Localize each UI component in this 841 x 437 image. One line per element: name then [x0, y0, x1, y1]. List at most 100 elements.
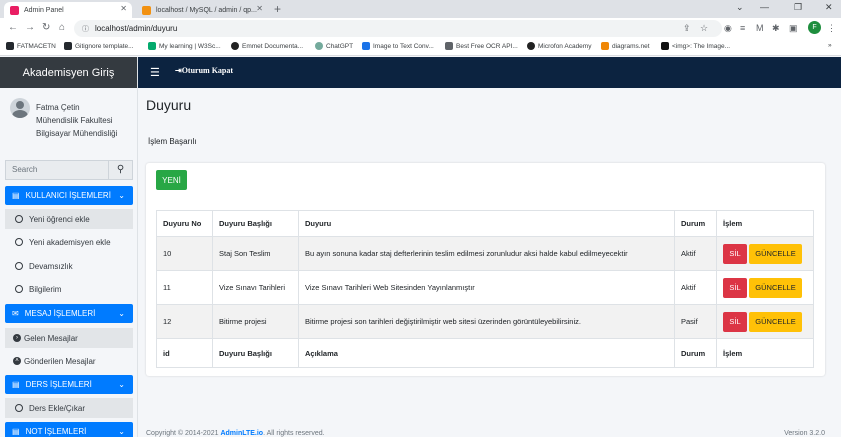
- cell-status: Aktif: [674, 236, 717, 271]
- user-faculty: Mühendislik Fakultesi: [36, 116, 113, 125]
- bookmark-label: Best Free OCR API...: [456, 42, 518, 50]
- column-header[interactable]: Duyuru Başlığı: [212, 210, 299, 237]
- user-name[interactable]: Fatma Çetin: [36, 101, 117, 114]
- menu-kullanici-islemleri[interactable]: ▤ KULLANICI İŞLEMLERİ ⌄: [5, 186, 133, 205]
- brand-title[interactable]: Akademisyen Giriş: [0, 57, 137, 88]
- adminlte-link[interactable]: AdminLTE.io: [220, 430, 263, 437]
- page-footer: Copyright © 2014-2021 AdminLTE.io. All r…: [138, 427, 841, 437]
- table-row: 10 Staj Son Teslim Bu ayın sonuna kadar …: [156, 236, 814, 271]
- menu-mesaj-islemleri[interactable]: ✉ MESAJ İŞLEMLERİ ⌄: [5, 304, 133, 323]
- cell-title: Vize Sınavı Tarihleri: [212, 270, 299, 305]
- menu-ders-islemleri[interactable]: ▤ DERS İŞLEMLERİ ⌄: [5, 375, 133, 394]
- circle-icon: [15, 215, 23, 223]
- cell-actions: SİL GÜNCELLE: [716, 236, 814, 271]
- emmet-icon: [231, 42, 239, 50]
- sidebar-item-devamsizlik[interactable]: Devamsızlık: [5, 256, 133, 276]
- sidebar-item-yeni-akademisyen[interactable]: Yeni akademisyen ekle: [5, 232, 133, 252]
- close-icon[interactable]: ✕: [120, 4, 127, 13]
- bookmark-label: Emmet Documenta...: [242, 42, 304, 50]
- gmail-icon[interactable]: M: [756, 23, 764, 33]
- sidebar-item-gelen-mesajlar[interactable]: › Gelen Mesajlar: [5, 328, 133, 348]
- update-button[interactable]: GÜNCELLE: [749, 277, 802, 298]
- bookmark-label: Gitignore template...: [75, 42, 134, 50]
- more-bookmarks-icon[interactable]: »: [828, 42, 832, 49]
- menu-kebab-icon[interactable]: ⋮: [827, 23, 836, 34]
- circle-icon: [15, 285, 23, 293]
- column-header[interactable]: Duyuru: [298, 210, 675, 237]
- update-button[interactable]: GÜNCELLE: [749, 311, 802, 332]
- bookmark-label: ChatGPT: [326, 42, 354, 50]
- delete-button[interactable]: SİL: [723, 311, 747, 332]
- share-icon[interactable]: ⇪: [683, 23, 691, 34]
- bookmark-item[interactable]: Emmet Documenta...: [231, 42, 303, 50]
- arrow-circle-up-icon: ˄: [13, 357, 21, 365]
- update-button[interactable]: GÜNCELLE: [749, 243, 802, 264]
- phpmyadmin-favicon-icon: [142, 5, 151, 15]
- column-header[interactable]: Duyuru No: [156, 210, 213, 237]
- logout-link[interactable]: ⇥Oturum Kapat: [175, 66, 233, 75]
- minimize-button[interactable]: —: [760, 2, 769, 12]
- forward-arrow-icon[interactable]: →: [25, 22, 35, 33]
- tab-phpmyadmin[interactable]: localhost / MySQL / admin / qp... ✕: [136, 2, 268, 18]
- hamburger-menu-icon[interactable]: ☰: [150, 66, 160, 79]
- user-department: Bilgisayar Mühendisliği: [36, 129, 118, 138]
- top-navbar: ☰ ⇥Oturum Kapat: [138, 57, 841, 88]
- sidebar-search: Search ⚲: [5, 160, 133, 180]
- info-icon[interactable]: ⓘ: [82, 24, 89, 34]
- sidebar-item-bilgilerim[interactable]: Bilgilerim: [5, 279, 133, 299]
- search-input[interactable]: Search: [6, 161, 108, 179]
- tab-admin-panel[interactable]: Admin Panel ✕: [4, 2, 132, 18]
- bookmark-label: My learning | W3Sc...: [159, 42, 221, 50]
- address-bar: ← → ↻ ⌂ ⓘ localhost/admin/duyuru ⇪ ☆ ◉ ≡…: [0, 18, 841, 39]
- extensions-puzzle-icon[interactable]: ✱: [772, 23, 780, 34]
- chevron-down-icon: ⌄: [118, 427, 125, 436]
- url-input[interactable]: ⓘ localhost/admin/duyuru: [74, 20, 722, 37]
- home-icon[interactable]: ⌂: [59, 22, 65, 33]
- extension-icon[interactable]: ◉: [724, 23, 732, 34]
- reload-icon[interactable]: ↻: [42, 22, 50, 33]
- copyright-text: Copyright © 2014-2021 AdminLTE.io. All r…: [146, 430, 325, 437]
- new-tab-button[interactable]: +: [274, 2, 281, 16]
- tab-search-icon[interactable]: ⌄: [736, 2, 744, 13]
- bookmark-item[interactable]: <img>: The Image...: [661, 42, 730, 50]
- restore-button[interactable]: ❐: [794, 2, 802, 13]
- table-row: 12 Bitirme projesi Bitirme projesi son t…: [156, 304, 814, 339]
- user-panel: Fatma Çetin Mühendislik Fakultesi Bilgis…: [0, 88, 137, 148]
- search-icon[interactable]: ⚲: [108, 161, 132, 179]
- sidebar-item-gonderilen-mesajlar[interactable]: ˄ Gönderilen Mesajlar: [5, 351, 133, 371]
- copyright-label: Copyright © 2014-2021: [146, 430, 221, 437]
- back-arrow-icon[interactable]: ←: [8, 22, 18, 33]
- cell-actions: SİL GÜNCELLE: [716, 304, 814, 339]
- sidebar-item-yeni-ogrenci[interactable]: Yeni öğrenci ekle: [5, 209, 133, 229]
- footer-header: id: [156, 338, 213, 368]
- bookmark-item[interactable]: FATMACETN: [6, 42, 56, 50]
- delete-button[interactable]: SİL: [723, 243, 747, 264]
- new-announcement-button[interactable]: YENİ: [156, 170, 187, 190]
- bookmark-item[interactable]: diagrams.net: [601, 42, 650, 50]
- bookmark-item[interactable]: ChatGPT: [315, 42, 353, 50]
- bookmark-item[interactable]: Image to Text Conv...: [362, 42, 434, 50]
- column-header[interactable]: Durum: [674, 210, 717, 237]
- side-panel-icon[interactable]: ▣: [789, 23, 798, 34]
- sidebar-item-ders-ekle-cikar[interactable]: Ders Ekle/Çıkar: [5, 398, 133, 418]
- extension-icon[interactable]: ≡: [740, 23, 745, 33]
- bookmark-item[interactable]: Gitignore template...: [64, 42, 134, 50]
- bookmark-item[interactable]: Best Free OCR API...: [445, 42, 518, 50]
- bookmark-label: diagrams.net: [612, 42, 650, 50]
- close-icon[interactable]: ✕: [256, 4, 263, 13]
- mdn-icon: [661, 42, 669, 50]
- bookmark-star-icon[interactable]: ☆: [700, 23, 708, 34]
- book-icon: ▤: [12, 380, 20, 389]
- bookmark-item[interactable]: My learning | W3Sc...: [148, 42, 221, 50]
- version-text: Version 3.2.0: [784, 430, 825, 437]
- column-header[interactable]: İşlem: [716, 210, 814, 237]
- profile-avatar[interactable]: F: [808, 21, 821, 34]
- menu-not-islemleri[interactable]: ▤ NOT İŞLEMLERİ ⌄: [5, 422, 133, 437]
- menu-item-label: Bilgilerim: [29, 284, 62, 294]
- delete-button[interactable]: SİL: [723, 277, 747, 298]
- chevron-down-icon: ⌄: [118, 380, 125, 389]
- bookmark-item[interactable]: Microfon Academy: [527, 42, 591, 50]
- menu-item-label: Gelen Mesajlar: [24, 333, 78, 343]
- window-close-button[interactable]: ✕: [825, 2, 833, 13]
- footer-header: Duyuru Başlığı: [212, 338, 299, 368]
